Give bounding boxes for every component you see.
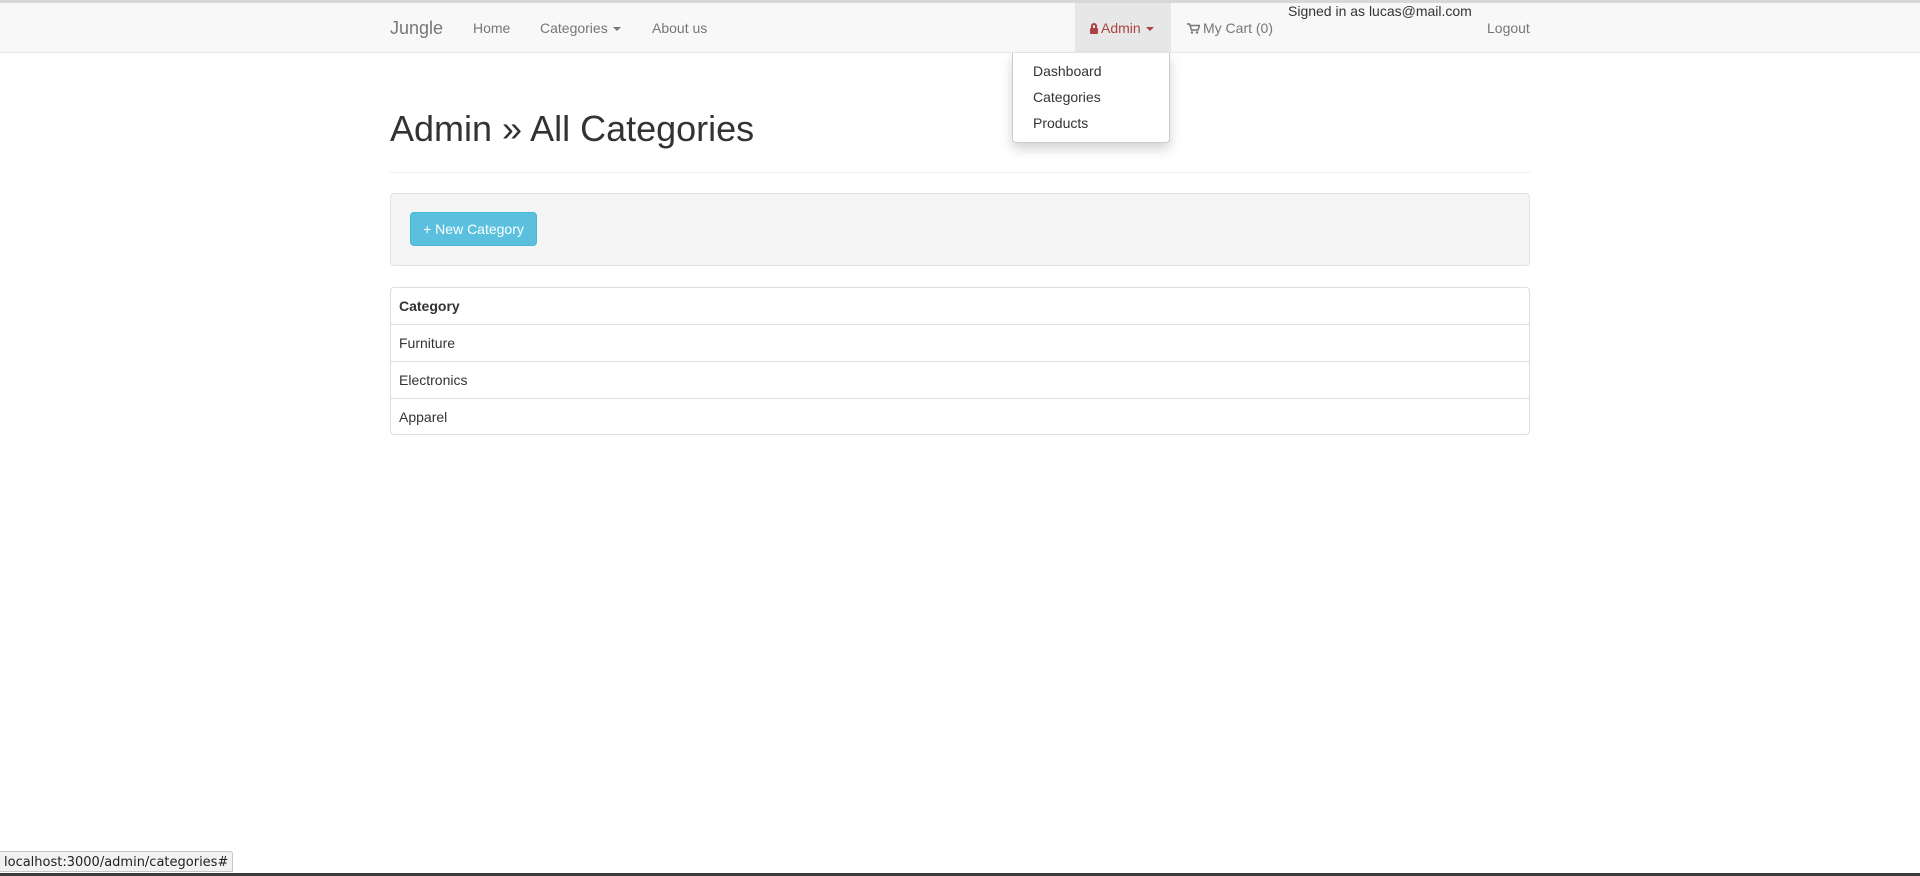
table-row: Apparel bbox=[391, 398, 1529, 435]
caret-down-icon bbox=[1145, 27, 1154, 32]
lock-icon bbox=[1090, 23, 1098, 34]
categories-table: Category Furniture Electronics Apparel bbox=[390, 287, 1530, 435]
dropdown-item-categories[interactable]: Categories bbox=[1033, 89, 1101, 105]
table-row: Electronics bbox=[391, 361, 1529, 398]
table-cell-category: Furniture bbox=[399, 335, 456, 351]
nav-categories-dropdown[interactable]: Categories bbox=[540, 20, 621, 36]
table-cell-category: Apparel bbox=[399, 409, 448, 425]
signed-in-status: Signed in as lucas@mail.com bbox=[1288, 3, 1472, 19]
nav-home-link[interactable]: Home bbox=[473, 20, 510, 36]
brand-link[interactable]: Jungle bbox=[390, 18, 443, 39]
table-row: Furniture bbox=[391, 324, 1529, 361]
column-header-category: Category bbox=[399, 298, 460, 314]
dropdown-item-products[interactable]: Products bbox=[1033, 115, 1088, 131]
top-navbar: Jungle Home Categories About us Admin My… bbox=[0, 3, 1920, 53]
actions-well: + New Category bbox=[390, 193, 1530, 266]
table-header-row: Category bbox=[391, 288, 1529, 325]
admin-label: Admin bbox=[1101, 20, 1141, 36]
browser-status-url: localhost:3000/admin/categories# bbox=[0, 851, 234, 872]
caret-down-icon bbox=[612, 27, 621, 32]
title-divider bbox=[390, 172, 1530, 173]
cart-label: My Cart (0) bbox=[1203, 20, 1273, 36]
nav-categories-label: Categories bbox=[540, 20, 608, 36]
nav-about-link[interactable]: About us bbox=[652, 20, 707, 36]
new-category-button[interactable]: + New Category bbox=[410, 212, 537, 246]
page-title: Admin » All Categories bbox=[390, 108, 755, 149]
nav-cart-link[interactable]: My Cart (0) bbox=[1187, 20, 1273, 36]
admin-dropdown-menu: Dashboard Categories Products bbox=[1012, 53, 1170, 143]
dropdown-item-dashboard[interactable]: Dashboard bbox=[1033, 63, 1102, 79]
table-cell-category: Electronics bbox=[399, 372, 468, 388]
nav-logout-link[interactable]: Logout bbox=[1487, 20, 1530, 36]
shopping-cart-icon bbox=[1187, 23, 1200, 34]
admin-dropdown-toggle[interactable]: Admin bbox=[1075, 3, 1171, 53]
